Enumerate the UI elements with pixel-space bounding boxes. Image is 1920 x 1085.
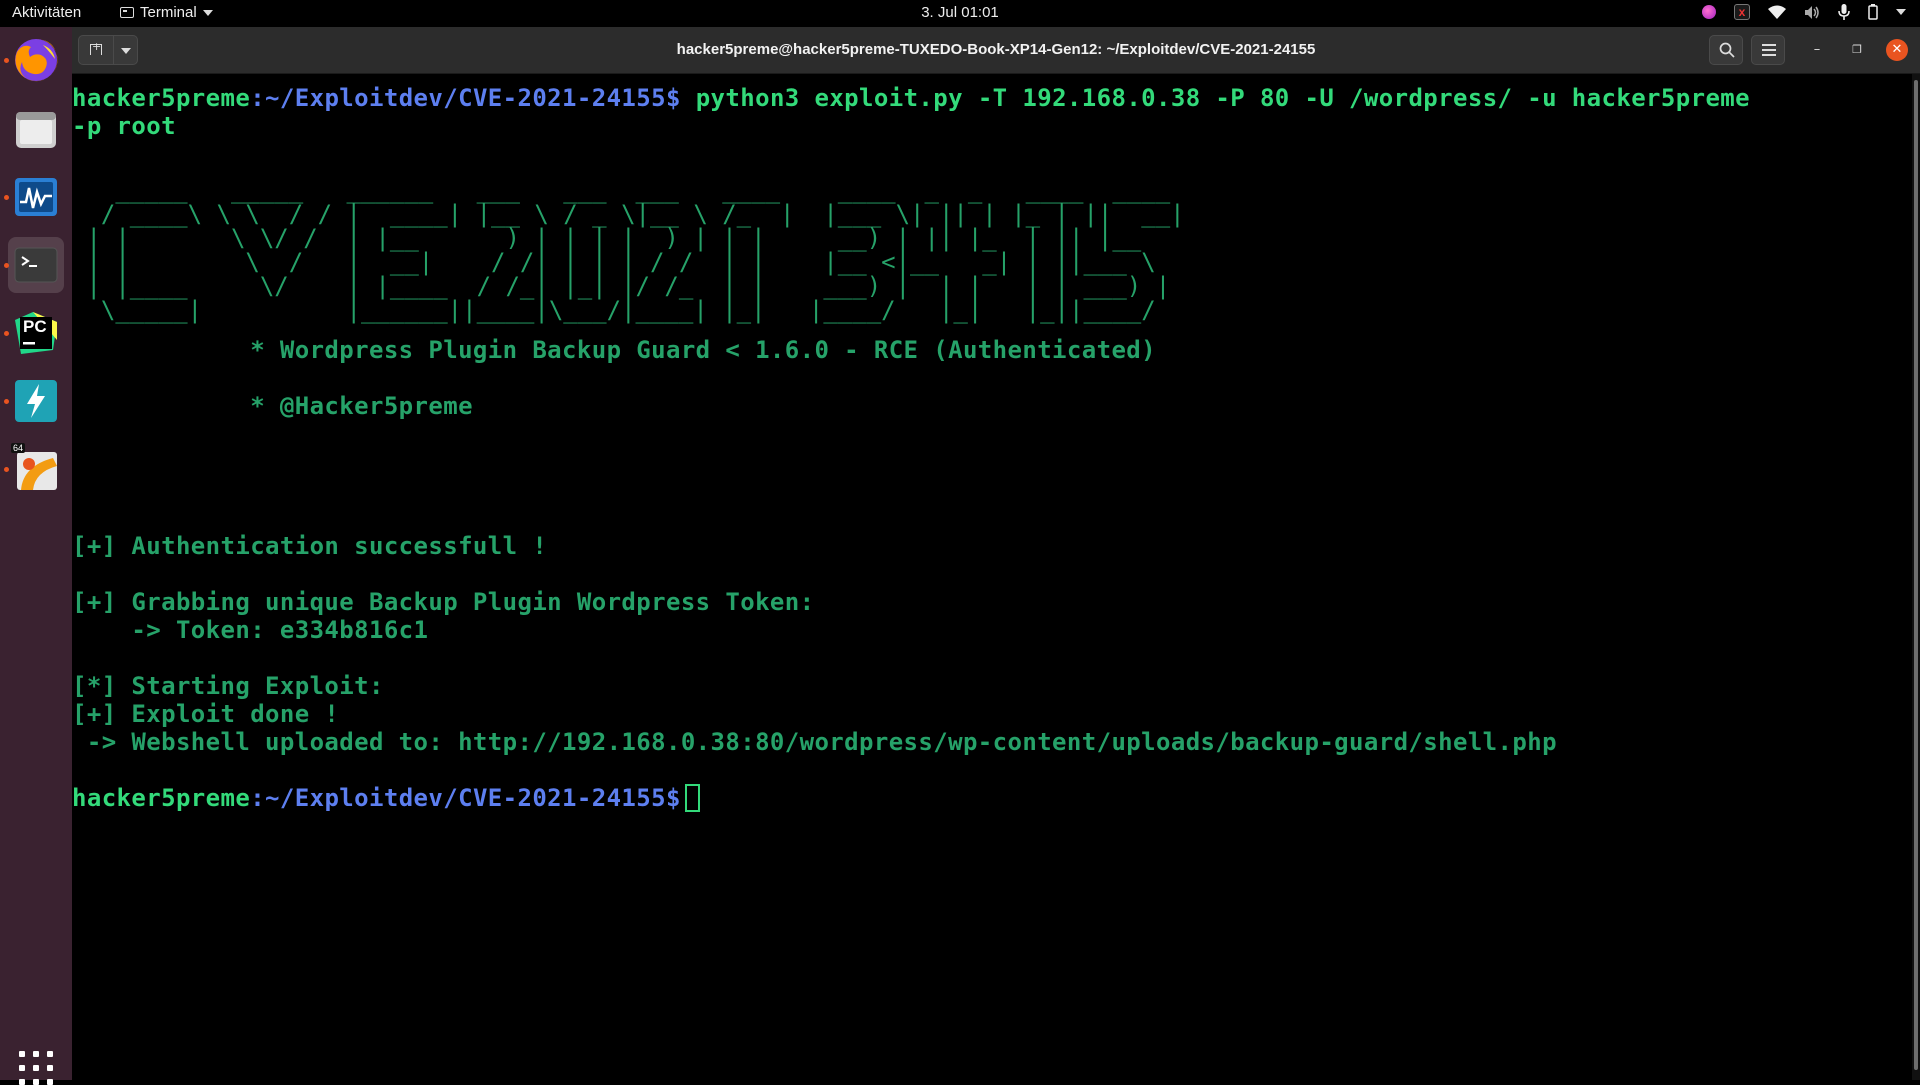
prompt-path: :~/Exploitdev/CVE-2021-24155$ (250, 84, 681, 112)
menu-button[interactable] (1751, 35, 1785, 65)
running-indicator (4, 195, 9, 200)
dock-system-monitor[interactable] (4, 169, 64, 225)
prompt-path: :~/Exploitdev/CVE-2021-24155$ (250, 784, 681, 812)
system-monitor-icon (15, 178, 57, 216)
dock-app-bolt[interactable] (4, 373, 64, 429)
app-indicator-icon[interactable] (1702, 5, 1716, 19)
webshell-url: -> Webshell uploaded to: http://192.168.… (72, 728, 1557, 756)
tray-app-icon[interactable]: x (1734, 4, 1750, 20)
ascii-banner-line: | |____ \/ | |____ / /_| |_| |/ /_ | | _… (72, 272, 1171, 300)
close-button[interactable]: ✕ (1886, 39, 1908, 61)
pycharm-label: PC (23, 317, 47, 336)
command-line: hacker5preme:~/Exploitdev/CVE-2021-24155… (72, 84, 1750, 112)
dock-terminal[interactable] (4, 237, 64, 293)
prompt-user: hacker5preme (72, 84, 251, 112)
minimize-button[interactable]: – (1806, 39, 1828, 61)
exploit-done-status: [+] Exploit done ! (72, 700, 340, 728)
arch-64-badge: 64 (11, 443, 26, 453)
token-value: -> Token: e334b816c1 (72, 616, 429, 644)
dock-firefox[interactable] (4, 32, 64, 88)
terminal-icon (14, 247, 58, 283)
firefox-icon (15, 38, 58, 82)
dock-pycharm[interactable]: PC (4, 305, 64, 361)
dock: PC 64 (0, 27, 72, 1085)
scrollbar-thumb[interactable] (1914, 80, 1918, 1070)
exploit-author: * @Hacker5preme (72, 392, 473, 420)
running-indicator (4, 331, 9, 336)
terminal-output[interactable]: hacker5preme:~/Exploitdev/CVE-2021-24155… (72, 74, 1912, 1080)
dock-files[interactable] (8, 101, 64, 157)
search-icon (1719, 42, 1735, 58)
window-titlebar[interactable]: hacker5preme@hacker5preme-TUXEDO-Book-XP… (72, 27, 1920, 74)
folder-icon (16, 112, 56, 148)
minimize-icon: – (1813, 42, 1821, 57)
ascii-banner-line: _____ _____ ______ ___ ___ ___ ____ ____… (72, 176, 1171, 204)
running-indicator (4, 467, 9, 472)
volume-icon[interactable] (1804, 5, 1820, 20)
ascii-banner-line: | | \ / | __| / /| | | | / / | | |__ <|_… (72, 248, 1156, 276)
exploit-start-status: [*] Starting Exploit: (72, 672, 384, 700)
prompt-user: hacker5preme (72, 784, 251, 812)
running-indicator (4, 263, 9, 268)
system-menu-chevron-icon[interactable] (1896, 9, 1906, 15)
clock[interactable]: 3. Jul 01:01 (0, 4, 1920, 21)
exploit-description: * Wordpress Plugin Backup Guard < 1.6.0 … (72, 336, 1156, 364)
command-continuation: -p root (72, 112, 176, 140)
gnome-top-bar: Aktivitäten Terminal 3. Jul 01:01 x (0, 0, 1920, 27)
lightning-icon (15, 380, 57, 422)
running-indicator (4, 399, 9, 404)
terminal-scrollbar[interactable] (1912, 74, 1920, 1080)
restore-icon: ❐ (1852, 43, 1862, 56)
microphone-icon[interactable] (1838, 4, 1850, 20)
text-cursor (684, 784, 700, 812)
wifi-icon[interactable] (1768, 5, 1786, 20)
token-status: [+] Grabbing unique Backup Plugin Wordpr… (72, 588, 815, 616)
ascii-banner-line: / ____\ \ \ / / | ____| |__ \ / _ \|__ \… (72, 200, 1185, 228)
dock-burp-suite[interactable]: 64 (4, 441, 64, 497)
battery-icon[interactable] (1868, 4, 1878, 20)
command-text: python3 exploit.py -T 192.168.0.38 -P 80… (680, 84, 1750, 112)
ascii-banner-line: \_____| |______||____|\___/|____| |_| |_… (72, 296, 1156, 324)
system-tray: x (1702, 4, 1906, 20)
auth-status: [+] Authentication successfull ! (72, 532, 548, 560)
window-title: hacker5preme@hacker5preme-TUXEDO-Book-XP… (676, 41, 1316, 58)
close-icon: ✕ (1891, 42, 1903, 57)
hamburger-menu-icon (1762, 44, 1776, 56)
terminal-window: hacker5preme@hacker5preme-TUXEDO-Book-XP… (72, 27, 1920, 1080)
search-button[interactable] (1709, 35, 1743, 65)
current-prompt: hacker5preme:~/Exploitdev/CVE-2021-24155… (72, 784, 700, 812)
ascii-banner-line: | | \ \/ / | |__ ) | | | | ) | | | __) |… (72, 224, 1142, 252)
maximize-button[interactable]: ❐ (1846, 39, 1868, 61)
running-indicator (4, 58, 9, 63)
